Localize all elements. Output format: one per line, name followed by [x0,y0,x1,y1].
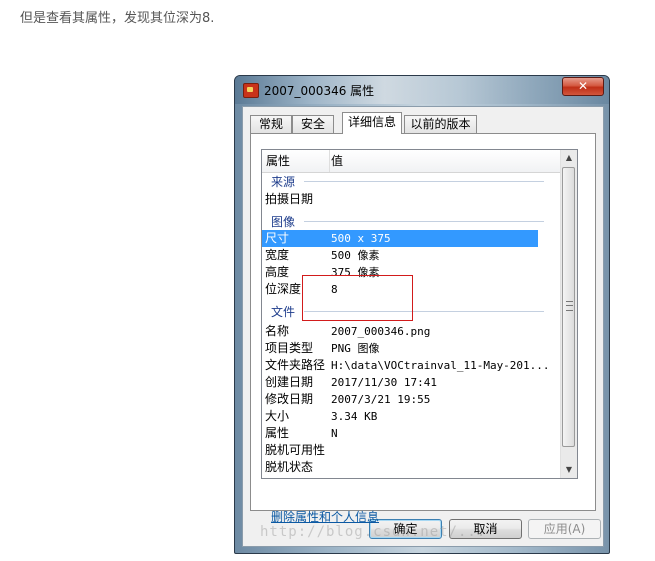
scroll-up-arrow-icon[interactable]: ▲ [561,150,577,166]
list-item[interactable]: 创建日期 2017/11/30 17:41 [262,374,538,391]
list-item[interactable]: 属性 N [262,425,538,442]
property-value: H:\data\VOCtrainval_11-May-201... [331,359,550,372]
list-header: 属性 值 [262,150,563,173]
property-value: 500 像素 [331,249,380,262]
tab-security[interactable]: 安全 [292,115,334,133]
property-name: 高度 [265,265,290,279]
title-bar[interactable]: 2007_000346 属性 ✕ [235,76,609,104]
property-value: PNG 图像 [331,342,380,355]
group-divider [304,181,544,182]
tab-general[interactable]: 常规 [250,115,292,133]
group-divider [304,221,544,222]
property-value: N [331,427,338,440]
group-file: 文件 [271,305,296,319]
window-title: 2007_000346 属性 [264,84,375,98]
property-name: 修改日期 [265,392,314,406]
property-value: 2017/11/30 17:41 [331,376,437,389]
property-name: 脱机可用性 [265,443,326,457]
property-value: 2007/3/21 19:55 [331,393,431,406]
list-item[interactable]: 大小 3.34 KB [262,408,538,425]
list-item[interactable]: 文件夹路径 H:\data\VOCtrainval_11-May-201... [262,357,550,374]
property-name: 创建日期 [265,375,314,389]
property-name: 尺寸 [265,231,290,245]
group-source: 来源 [271,175,296,189]
remove-properties-link[interactable]: 删除属性和个人信息 [271,508,379,525]
property-name: 脱机状态 [265,460,314,474]
vertical-scrollbar[interactable]: ▲ ▼ [560,150,577,478]
column-header-property[interactable]: 属性 [262,150,330,172]
list-item[interactable]: 宽度 500 像素 [262,247,538,264]
list-item-selected[interactable]: 尺寸 500 x 375 [262,230,538,247]
caption-text: 但是查看其属性，发现其位深为8. [20,11,215,26]
red-highlight-box [302,275,413,321]
property-value: 500 x 375 [331,232,391,245]
tab-details[interactable]: 详细信息 [342,112,402,134]
grip-icon [566,301,573,311]
image-file-icon [243,83,259,98]
property-name: 位深度 [265,282,302,296]
apply-button[interactable]: 应用(A) [528,519,601,539]
list-item[interactable]: 脱机可用性 [262,442,538,459]
details-panel: 属性 值 来源 拍摄日期 图像 尺寸 500 x 375 宽度 500 像素 高… [250,133,596,524]
dialog-client: 常规 安全 详细信息 以前的版本 属性 值 来源 拍摄日期 图像 尺寸 500 … [242,106,604,547]
property-name: 名称 [265,324,290,338]
tab-previous-versions[interactable]: 以前的版本 [404,115,477,133]
column-header-value[interactable]: 值 [331,150,343,172]
scroll-thumb[interactable] [562,167,575,447]
scroll-down-arrow-icon[interactable]: ▼ [561,462,577,478]
list-item[interactable]: 拍摄日期 [262,191,538,208]
property-value: 2007_000346.png [331,325,431,338]
watermark-text: http://blog.csdn.net/... [260,524,487,540]
property-value: 3.34 KB [331,410,378,423]
close-button[interactable]: ✕ [562,77,604,96]
list-item[interactable]: 修改日期 2007/3/21 19:55 [262,391,538,408]
list-item[interactable]: 项目类型 PNG 图像 [262,340,538,357]
list-item[interactable]: 脱机状态 [262,459,538,476]
property-name: 宽度 [265,248,290,262]
property-name: 文件夹路径 [265,358,326,372]
property-name: 大小 [265,409,290,423]
group-image: 图像 [271,215,296,229]
property-name: 拍摄日期 [265,192,314,206]
property-name: 属性 [265,426,290,440]
properties-dialog: 2007_000346 属性 ✕ 常规 安全 详细信息 以前的版本 属性 值 来… [234,75,610,554]
list-item[interactable]: 名称 2007_000346.png [262,323,538,340]
property-name: 项目类型 [265,341,314,355]
